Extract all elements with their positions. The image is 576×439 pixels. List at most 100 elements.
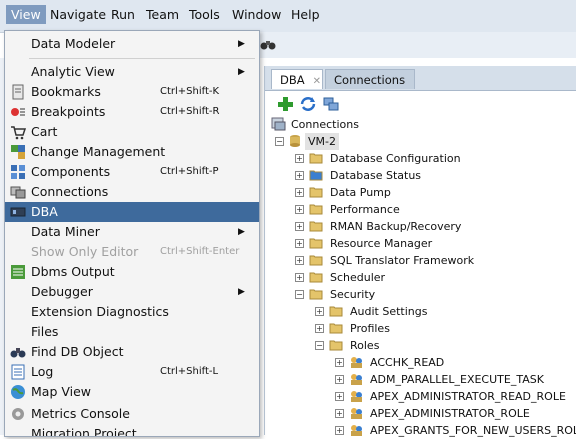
expand-icon[interactable]: +: [295, 256, 304, 265]
menu-item-shortcut: Ctrl+Shift-K: [160, 86, 220, 97]
folder-icon: [329, 323, 343, 334]
menu-item-dbms-output[interactable]: Dbms Output: [5, 262, 259, 282]
submenu-arrow-icon: ▶: [238, 287, 245, 297]
menu-item-breakpoints[interactable]: Breakpoints Ctrl+Shift-R: [5, 102, 259, 122]
tree-connection-vm2[interactable]: − VM-2: [275, 133, 345, 150]
tree-node-label: Resource Manager: [330, 237, 433, 250]
collapse-icon[interactable]: −: [275, 137, 284, 146]
expand-icon[interactable]: +: [335, 392, 344, 401]
folder-icon: [309, 238, 323, 249]
cart-icon: [11, 126, 26, 140]
expand-icon[interactable]: +: [335, 375, 344, 384]
tree-node-label: Performance: [330, 203, 400, 216]
menu-item-bookmarks[interactable]: Bookmarks Ctrl+Shift-K: [5, 82, 259, 102]
folder-icon: [309, 187, 323, 198]
menu-item-extension-diagnostics[interactable]: Extension Diagnostics: [5, 302, 259, 322]
menu-item-debugger[interactable]: Debugger ▶: [5, 282, 259, 302]
tree-node-label: Database Configuration: [330, 152, 461, 165]
expand-icon[interactable]: +: [295, 154, 304, 163]
menu-separator: [29, 58, 255, 59]
menu-view[interactable]: View: [6, 5, 46, 24]
folder-icon: [309, 153, 323, 164]
menu-item-analytic-view[interactable]: Analytic View ▶: [5, 62, 259, 82]
menu-item-change-management[interactable]: Change Management: [5, 142, 259, 162]
menu-item-find-db-object[interactable]: Find DB Object: [5, 342, 259, 362]
menu-item-label: Show Only Editor: [31, 244, 139, 259]
tree-node-label: Data Pump: [330, 186, 391, 199]
add-icon[interactable]: [275, 94, 295, 114]
expand-icon[interactable]: +: [295, 188, 304, 197]
breakpoint-icon: [11, 108, 25, 116]
connections-icon: [10, 186, 26, 199]
dba-panel: DBA ✕ Connections Connections − VM-2 + Dat…: [264, 66, 576, 437]
menu-item-shortcut: Ctrl+Shift-P: [160, 166, 219, 177]
tab-dba-label: DBA: [280, 73, 305, 87]
menu-item-label: Migration Project: [31, 426, 137, 436]
expand-icon[interactable]: +: [335, 409, 344, 418]
expand-icon[interactable]: +: [335, 358, 344, 367]
expand-icon[interactable]: +: [295, 205, 304, 214]
folder-icon: [309, 170, 323, 181]
menu-item-metrics-console[interactable]: Metrics Console: [5, 404, 259, 424]
menu-tools[interactable]: Tools: [189, 7, 220, 22]
menu-item-label: Files: [31, 324, 59, 339]
menu-item-label: Change Management: [31, 144, 166, 159]
expand-icon[interactable]: +: [295, 239, 304, 248]
menu-item-data-modeler[interactable]: Data Modeler ▶: [5, 34, 259, 54]
menu-item-connections[interactable]: Connections: [5, 182, 259, 202]
folder-icon: [329, 306, 343, 317]
menu-item-files[interactable]: Files: [5, 322, 259, 342]
menu-item-dba[interactable]: DBA: [5, 202, 259, 222]
refresh-icon[interactable]: [298, 94, 318, 114]
expand-icon[interactable]: +: [315, 307, 324, 316]
menu-item-shortcut: Ctrl+Shift-Enter: [160, 246, 240, 257]
menu-item-map-view[interactable]: Map View: [5, 382, 259, 402]
expand-icon[interactable]: +: [335, 426, 344, 435]
menu-item-migration-project[interactable]: Migration Project: [5, 424, 259, 436]
folder-icon: [309, 272, 323, 283]
tree-node-label: Audit Settings: [350, 305, 428, 318]
view-dropdown-menu: Data Modeler ▶ Analytic View ▶ Bookmarks…: [4, 30, 260, 437]
connections-icon: [271, 117, 286, 131]
menu-run[interactable]: Run: [111, 7, 135, 22]
menu-help[interactable]: Help: [291, 7, 320, 22]
menu-item-cart[interactable]: Cart: [5, 122, 259, 142]
menu-item-label: Connections: [31, 184, 109, 199]
tree-root-label: Connections: [291, 118, 359, 131]
dba-icon: [10, 207, 26, 217]
expand-icon[interactable]: +: [295, 171, 304, 180]
expand-icon[interactable]: +: [315, 324, 324, 333]
menu-item-label: Metrics Console: [31, 406, 130, 421]
role-icon: [351, 408, 362, 419]
tab-dba[interactable]: DBA ✕: [271, 69, 323, 89]
menu-navigate[interactable]: Navigate: [50, 7, 106, 22]
tree-connection-label: VM-2: [305, 133, 339, 150]
menu-item-label: Cart: [31, 124, 58, 139]
menu-team[interactable]: Team: [146, 7, 179, 22]
filter-icon[interactable]: [321, 94, 341, 114]
menu-item-label: Debugger: [31, 284, 93, 299]
menu-item-label: Dbms Output: [31, 264, 115, 279]
tree-node-label: Scheduler: [330, 271, 386, 284]
tree-node-label: RMAN Backup/Recovery: [330, 220, 462, 233]
binoculars-icon[interactable]: [260, 36, 276, 52]
tree-node-label: APEX_ADMINISTRATOR_ROLE: [370, 407, 530, 420]
collapse-icon[interactable]: −: [315, 341, 324, 350]
tab-connections-label: Connections: [334, 73, 406, 87]
components-icon: [11, 165, 25, 179]
menu-item-components[interactable]: Components Ctrl+Shift-P: [5, 162, 259, 182]
close-icon[interactable]: ✕: [313, 76, 321, 87]
menu-item-label: Data Miner: [31, 224, 100, 239]
menu-item-label: Map View: [31, 384, 92, 399]
menu-item-show-only-editor: Show Only Editor Ctrl+Shift-Enter: [5, 242, 259, 262]
expand-icon[interactable]: +: [295, 222, 304, 231]
collapse-icon[interactable]: −: [295, 290, 304, 299]
menu-item-log[interactable]: Log Ctrl+Shift-L: [5, 362, 259, 382]
menu-window[interactable]: Window: [232, 7, 281, 22]
expand-icon[interactable]: +: [295, 273, 304, 282]
binoculars-icon: [10, 348, 26, 358]
tree-node-label: Roles: [350, 339, 380, 352]
submenu-arrow-icon: ▶: [238, 67, 245, 77]
menu-item-data-miner[interactable]: Data Miner ▶: [5, 222, 259, 242]
tab-connections[interactable]: Connections: [325, 69, 415, 89]
